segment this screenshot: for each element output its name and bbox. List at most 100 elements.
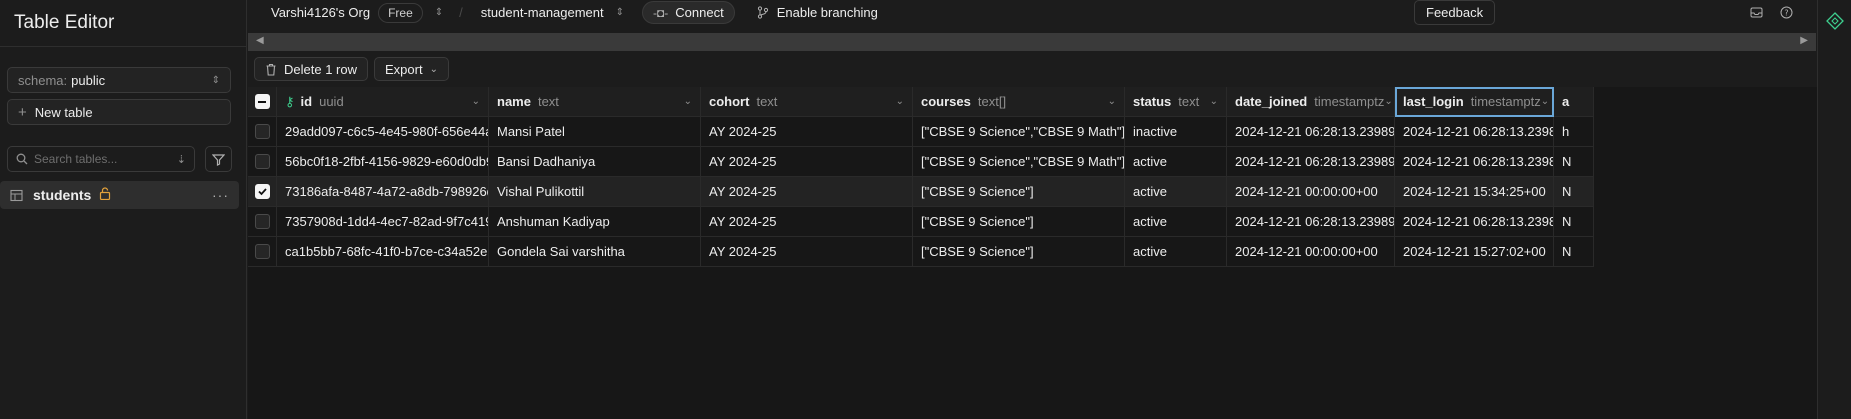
filter-button[interactable]: [205, 146, 232, 172]
table-cell[interactable]: 2024-12-21 15:34:25+00: [1395, 177, 1554, 207]
project-switcher-icon[interactable]: ⇕: [616, 7, 624, 18]
table-cell[interactable]: AY 2024-25: [701, 117, 913, 147]
chevron-down-icon[interactable]: ⌄: [896, 96, 904, 107]
row-checkbox[interactable]: [254, 214, 270, 229]
table-cell[interactable]: 2024-12-21 06:28:13.239894+0: [1395, 147, 1554, 177]
table-cell[interactable]: 2024-12-21 06:28:13.239894+00: [1227, 147, 1395, 177]
table-cell[interactable]: 2024-12-21 06:28:13.239894+0: [1395, 207, 1554, 237]
export-label: Export: [384, 61, 423, 77]
org-switcher-icon[interactable]: ⇕: [435, 7, 443, 18]
topbar: Varshi4126's Org Free ⇕ / student-manage…: [248, 0, 1851, 25]
select-all-checkbox[interactable]: [254, 94, 270, 109]
table-cell[interactable]: N: [1554, 177, 1594, 207]
table-cell[interactable]: AY 2024-25: [701, 177, 913, 207]
column-header-last_login[interactable]: last_login timestamptz ⌄: [1395, 87, 1554, 117]
column-header-date_joined[interactable]: date_joined timestamptz ⌄: [1227, 87, 1395, 117]
table-cell[interactable]: active: [1125, 207, 1227, 237]
column-name: status: [1133, 94, 1172, 109]
assistant-icon[interactable]: [1826, 12, 1844, 30]
search-input[interactable]: [34, 152, 164, 166]
column-header-a[interactable]: a: [1554, 87, 1594, 117]
column-type: uuid: [319, 94, 344, 109]
enable-branching-button[interactable]: Enable branching: [757, 5, 878, 20]
table-cell[interactable]: 56bc0f18-2fbf-4156-9829-e60d0db9611e: [277, 147, 489, 177]
delete-rows-button[interactable]: Delete 1 row: [254, 57, 368, 81]
scroll-left-icon[interactable]: ◀: [256, 35, 264, 46]
more-options-icon[interactable]: ···: [212, 187, 229, 203]
row-checkbox[interactable]: [254, 154, 270, 169]
schema-value: public: [71, 72, 106, 88]
row-checkbox[interactable]: [254, 244, 270, 259]
table-cell[interactable]: ["CBSE 9 Science","CBSE 9 Math"]: [913, 117, 1125, 147]
table-cell[interactable]: ["CBSE 9 Science"]: [913, 177, 1125, 207]
table-row[interactable]: 29add097-c6c5-4e45-980f-656e44a9d76Mansi…: [248, 117, 1594, 147]
table-cell[interactable]: Bansi Dadhaniya: [489, 147, 701, 177]
inbox-icon[interactable]: [1749, 5, 1764, 20]
table-cell[interactable]: 73186afa-8487-4a72-a8db-798926d31466: [277, 177, 489, 207]
table-cell[interactable]: ca1b5bb7-68fc-41f0-b7ce-c34a52e745ae: [277, 237, 489, 267]
table-cell[interactable]: h: [1554, 117, 1594, 147]
connect-button[interactable]: -◘- Connect: [642, 1, 735, 24]
feedback-button[interactable]: Feedback: [1414, 0, 1496, 25]
org-name[interactable]: Varshi4126's Org: [271, 5, 370, 20]
export-button[interactable]: Export ⌄: [373, 57, 449, 81]
column-header-courses[interactable]: courses text[] ⌄: [913, 87, 1125, 117]
sidebar-item-label: students: [33, 187, 92, 203]
svg-text:?: ?: [1784, 9, 1788, 18]
project-name[interactable]: student-management: [481, 5, 604, 20]
table-cell[interactable]: N: [1554, 237, 1594, 267]
chevron-down-icon[interactable]: ⌄: [472, 96, 480, 107]
chevron-down-icon[interactable]: ⌄: [1210, 96, 1218, 107]
row-select-cell: [248, 207, 277, 237]
table-cell[interactable]: Anshuman Kadiyap: [489, 207, 701, 237]
table-cell[interactable]: Vishal Pulikottil: [489, 177, 701, 207]
sidebar-item-students[interactable]: students ···: [0, 181, 239, 209]
table-cell[interactable]: N: [1554, 207, 1594, 237]
table-cell[interactable]: active: [1125, 237, 1227, 267]
column-header-id[interactable]: ⚷ id uuid ⌄: [277, 87, 489, 117]
horizontal-scrollbar[interactable]: ◀ ▶: [248, 33, 1816, 51]
table-cell[interactable]: AY 2024-25: [701, 147, 913, 177]
table-row[interactable]: 7357908d-1dd4-4ec7-82ad-9f7c41966724Ansh…: [248, 207, 1594, 237]
column-header-name[interactable]: name text ⌄: [489, 87, 701, 117]
table-cell[interactable]: 2024-12-21 06:28:13.239894+00: [1227, 207, 1395, 237]
search-icon: [16, 153, 28, 165]
table-cell[interactable]: ["CBSE 9 Science","CBSE 9 Math"]: [913, 147, 1125, 177]
table-row[interactable]: 73186afa-8487-4a72-a8db-798926d31466Vish…: [248, 177, 1594, 207]
schema-select[interactable]: schema: public ⇕: [7, 67, 231, 93]
table-cell[interactable]: inactive: [1125, 117, 1227, 147]
table-cell[interactable]: active: [1125, 147, 1227, 177]
table-cell[interactable]: Mansi Patel: [489, 117, 701, 147]
table-cell[interactable]: AY 2024-25: [701, 237, 913, 267]
column-header-cohort[interactable]: cohort text ⌄: [701, 87, 913, 117]
table-cell[interactable]: active: [1125, 177, 1227, 207]
chevron-down-icon[interactable]: ⌄: [1384, 96, 1392, 107]
scroll-right-icon[interactable]: ▶: [1800, 35, 1808, 46]
table-row[interactable]: ca1b5bb7-68fc-41f0-b7ce-c34a52e745aeGond…: [248, 237, 1594, 267]
chevron-down-icon[interactable]: ⌄: [1541, 96, 1549, 107]
table-cell[interactable]: AY 2024-25: [701, 207, 913, 237]
chevron-down-icon[interactable]: ⌄: [1108, 96, 1116, 107]
row-checkbox[interactable]: [254, 184, 270, 199]
table-cell[interactable]: 2024-12-21 06:28:13.239894+0: [1395, 117, 1554, 147]
chevron-updown-icon: ⇕: [211, 74, 220, 86]
table-row[interactable]: 56bc0f18-2fbf-4156-9829-e60d0db9611eBans…: [248, 147, 1594, 177]
table-cell[interactable]: 2024-12-21 00:00:00+00: [1227, 177, 1395, 207]
table-cell[interactable]: 2024-12-21 06:28:13.239894+00: [1227, 117, 1395, 147]
table-cell[interactable]: 2024-12-21 15:27:02+00: [1395, 237, 1554, 267]
sort-icon[interactable]: ⇣: [177, 153, 186, 166]
column-header-status[interactable]: status text ⌄: [1125, 87, 1227, 117]
help-icon[interactable]: ?: [1779, 5, 1794, 20]
new-table-label: New table: [34, 104, 93, 120]
chevron-down-icon[interactable]: ⌄: [684, 96, 692, 107]
table-cell[interactable]: 29add097-c6c5-4e45-980f-656e44a9d76: [277, 117, 489, 147]
table-cell[interactable]: ["CBSE 9 Science"]: [913, 207, 1125, 237]
chevron-down-icon: ⌄: [429, 63, 438, 75]
table-cell[interactable]: 7357908d-1dd4-4ec7-82ad-9f7c41966724: [277, 207, 489, 237]
table-cell[interactable]: N: [1554, 147, 1594, 177]
table-cell[interactable]: Gondela Sai varshitha: [489, 237, 701, 267]
new-table-button[interactable]: + New table: [7, 99, 231, 125]
table-cell[interactable]: 2024-12-21 00:00:00+00: [1227, 237, 1395, 267]
row-checkbox[interactable]: [254, 124, 270, 139]
table-cell[interactable]: ["CBSE 9 Science"]: [913, 237, 1125, 267]
